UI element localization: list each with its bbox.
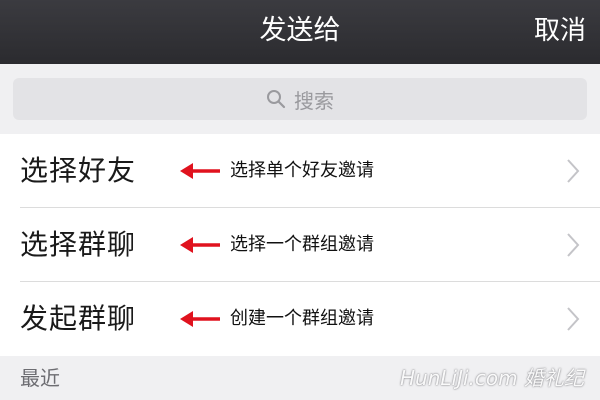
row-label: 选择群聊 (20, 228, 137, 261)
start-group-chat-row[interactable]: 发起群聊 创建一个群组邀请 (0, 282, 600, 356)
annotation-note: 创建一个群组邀请 (230, 308, 374, 329)
search-input[interactable]: 搜索 (13, 78, 587, 120)
section-title: 最近 (20, 366, 60, 390)
search-icon (266, 89, 286, 109)
page-title: 发送给 (259, 15, 341, 46)
cancel-button[interactable]: 取消 (534, 0, 586, 64)
red-left-arrow-icon (180, 237, 220, 253)
chevron-right-icon (567, 233, 580, 257)
chevron-right-icon (567, 307, 580, 331)
select-group-row[interactable]: 选择群聊 选择一个群组邀请 (0, 208, 600, 282)
red-left-arrow-icon (180, 163, 220, 179)
search-placeholder: 搜索 (294, 88, 334, 113)
row-label: 选择好友 (20, 154, 137, 187)
row-label: 发起群聊 (20, 302, 137, 335)
recent-section-header: 最近 HunLiJi.com 婚礼纪 (0, 356, 600, 400)
navigation-bar: 发送给 取消 (0, 0, 600, 64)
annotation-note: 选择一个群组邀请 (230, 234, 374, 255)
annotation-note: 选择单个好友邀请 (230, 160, 374, 181)
red-left-arrow-icon (180, 311, 220, 327)
select-friend-row[interactable]: 选择好友 选择单个好友邀请 (0, 134, 600, 208)
action-list: 选择好友 选择单个好友邀请 选择群聊 选择一个群组邀请 发起群聊 创建一个群组邀… (0, 134, 600, 356)
search-area: 搜索 (0, 64, 600, 134)
watermark: HunLiJi.com 婚礼纪 (400, 366, 584, 390)
chevron-right-icon (567, 159, 580, 183)
